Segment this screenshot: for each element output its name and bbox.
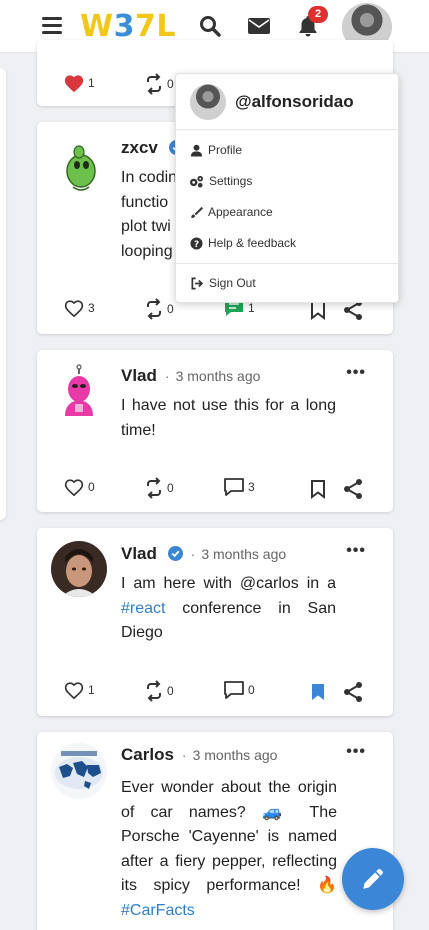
comment-button[interactable]: 0 xyxy=(223,680,255,700)
menu-item-profile[interactable]: Profile xyxy=(190,140,242,160)
user-dropdown-menu: @alfonsoridao Profile Settings Appearanc… xyxy=(175,73,399,303)
post-text: Ever wonder about the origin of car name… xyxy=(121,779,337,919)
post-card: Vlad · 3 months ago ••• I am here with @c… xyxy=(37,528,393,716)
menu-avatar xyxy=(190,84,226,120)
compose-button[interactable] xyxy=(342,848,404,910)
menu-item-help[interactable]: ? Help & feedback xyxy=(190,233,296,253)
like-button[interactable]: 3 xyxy=(63,298,95,318)
left-panel-edge xyxy=(0,68,6,520)
like-button[interactable]: 1 xyxy=(63,680,95,700)
menu-user-header[interactable]: @alfonsoridao xyxy=(176,74,398,130)
comment-outline-icon xyxy=(224,478,244,496)
logo[interactable]: W37L xyxy=(80,9,176,44)
like-button[interactable]: 1 xyxy=(63,73,95,93)
brush-icon xyxy=(191,206,203,218)
like-count: 0 xyxy=(88,480,95,494)
globe-avatar-image xyxy=(51,743,107,799)
ellipsis-icon[interactable]: ••• xyxy=(346,542,366,560)
question-circle-icon: ? xyxy=(190,236,203,249)
bookmark-icon[interactable] xyxy=(310,479,326,499)
repost-count: 0 xyxy=(167,302,174,316)
repost-icon xyxy=(147,477,161,499)
heart-outline-icon xyxy=(64,300,84,318)
repost-count: 0 xyxy=(167,77,174,91)
photo-avatar-image xyxy=(51,541,107,597)
sign-out-icon xyxy=(191,277,204,289)
menu-item-sign-out[interactable]: Sign Out xyxy=(190,273,256,293)
bookmark-filled-icon[interactable] xyxy=(310,682,326,702)
author-avatar[interactable] xyxy=(51,743,107,799)
heart-filled-icon xyxy=(64,75,84,93)
comment-count: 0 xyxy=(248,683,255,697)
post-timestamp: 3 months ago xyxy=(175,368,261,384)
pencil-icon xyxy=(363,869,383,889)
post-author[interactable]: Vlad · 3 months ago xyxy=(121,544,286,564)
post-text: I have not use this for a long time! xyxy=(121,397,336,439)
repost-icon xyxy=(147,680,161,702)
post-actions: 1 0 0 xyxy=(37,680,393,704)
menu-divider xyxy=(176,263,398,264)
repost-count: 0 xyxy=(167,481,174,495)
share-icon[interactable] xyxy=(343,478,363,500)
menu-icon[interactable] xyxy=(42,17,62,35)
hashtag-link[interactable]: #react xyxy=(121,600,165,617)
post-text: I am here with @carlos in a #react confe… xyxy=(121,575,336,641)
author-avatar[interactable] xyxy=(51,139,107,195)
author-avatar[interactable] xyxy=(51,541,107,597)
like-count: 3 xyxy=(88,301,95,315)
repost-button[interactable]: 0 xyxy=(144,73,174,95)
svg-text:?: ? xyxy=(194,239,199,249)
like-count: 1 xyxy=(88,683,95,697)
mail-icon[interactable] xyxy=(247,14,271,38)
repost-icon xyxy=(147,298,161,320)
menu-item-settings[interactable]: Settings xyxy=(189,171,252,191)
like-button[interactable]: 0 xyxy=(63,477,95,497)
post-card: Carlos · 3 months ago ••• Ever wonder abou… xyxy=(37,732,393,930)
author-avatar[interactable] xyxy=(51,364,107,420)
bookmark-icon[interactable] xyxy=(310,300,326,320)
pink-figure-avatar-image xyxy=(51,364,107,420)
post-author[interactable]: Vlad · 3 months ago xyxy=(121,366,260,386)
comment-count: 1 xyxy=(248,301,255,315)
share-icon[interactable] xyxy=(343,681,363,703)
comment-count: 3 xyxy=(248,480,255,494)
ellipsis-icon[interactable]: ••• xyxy=(346,743,366,761)
verified-icon xyxy=(167,546,183,561)
user-icon xyxy=(190,144,203,157)
like-count: 1 xyxy=(88,76,95,90)
post-timestamp: 3 months ago xyxy=(201,546,287,562)
notification-badge: 2 xyxy=(308,6,328,23)
alien-avatar-image xyxy=(51,139,107,195)
search-icon[interactable] xyxy=(198,14,222,38)
repost-button[interactable]: 0 xyxy=(144,680,174,702)
comment-button[interactable]: 3 xyxy=(223,477,255,497)
heart-outline-icon xyxy=(64,682,84,700)
menu-item-appearance[interactable]: Appearance xyxy=(190,202,273,222)
repost-button[interactable]: 0 xyxy=(144,477,174,499)
heart-outline-icon xyxy=(64,479,84,497)
post-timestamp: 3 months ago xyxy=(192,747,278,763)
post-author[interactable]: Carlos · 3 months ago xyxy=(121,745,277,765)
repost-icon xyxy=(147,73,161,95)
repost-count: 0 xyxy=(167,684,174,698)
comment-outline-icon xyxy=(224,681,244,699)
post-card: Vlad · 3 months ago ••• I have not use thi… xyxy=(37,350,393,512)
ellipsis-icon[interactable]: ••• xyxy=(346,364,366,382)
post-actions: 0 0 3 xyxy=(37,477,393,501)
repost-button[interactable]: 0 xyxy=(144,298,174,320)
hashtag-link[interactable]: #CarFacts xyxy=(121,902,195,919)
menu-username: @alfonsoridao xyxy=(235,92,354,111)
gears-icon xyxy=(190,175,203,188)
